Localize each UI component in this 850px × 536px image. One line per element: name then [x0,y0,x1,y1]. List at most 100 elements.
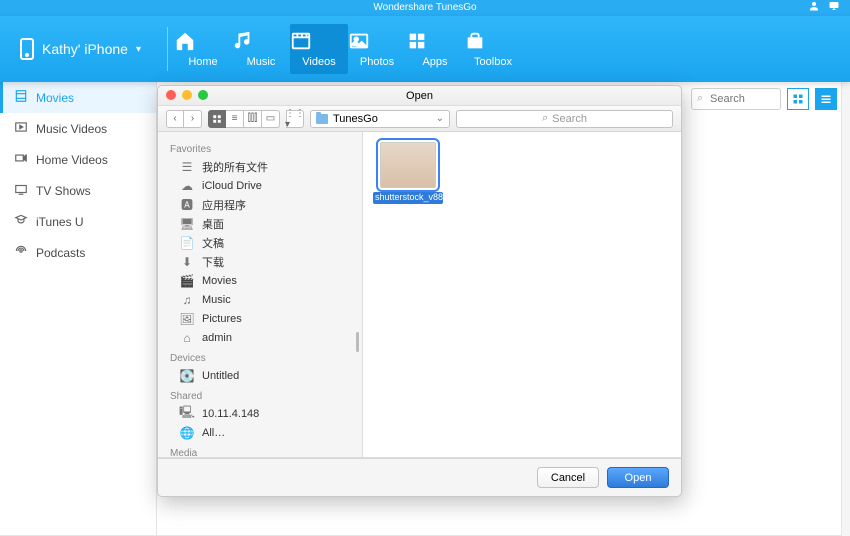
fav-icloud[interactable]: ☁iCloud Drive [158,176,362,195]
fav-all-files[interactable]: ☰我的所有文件 [158,157,362,176]
device-name: Kathy' iPhone [42,41,128,57]
nav-forward-button[interactable]: › [184,110,202,128]
movies2-icon: 🎬 [180,274,194,288]
view-list2-button[interactable]: ≡ [226,110,244,128]
disk-icon: 💽 [180,369,194,383]
nav-photos[interactable]: Photos [348,24,406,74]
separator [167,27,168,71]
view-columns-button[interactable]: ⫿⫿⫿ [244,110,262,128]
dialog-footer: Cancel Open [158,458,681,496]
sidebar-item-podcasts[interactable]: Podcasts [0,237,156,268]
nav-label: Apps [422,56,447,68]
homevideo-icon [14,151,28,168]
window-titlebar: Wondershare TunesGo [0,0,850,16]
search-input[interactable] [691,88,781,110]
sidebar-item-label: TV Shows [36,184,91,198]
fav-movies[interactable]: 🎬Movies [158,271,362,290]
dialog-file-pane[interactable]: shutterstock_v881749.mov [363,132,681,457]
chevron-down-icon: ▾ [136,44,141,55]
videos-icon [290,30,348,52]
dialog-title: Open [406,90,433,102]
shared-ip[interactable]: 🖳10.11.4.148 [158,404,362,423]
zoom-icon[interactable] [198,90,208,100]
navbar: Kathy' iPhone ▾ Home Music Videos Photos… [0,16,850,82]
section-shared: Shared [158,385,362,404]
sidebar: Movies Music Videos Home Videos TV Shows… [0,82,157,536]
fav-pictures[interactable]: 🖼Pictures [158,309,362,328]
itunesu-icon [14,213,28,230]
nav-back-button[interactable]: ‹ [166,110,184,128]
fav-admin[interactable]: ⌂admin [158,328,362,347]
sidebar-item-label: Movies [36,91,74,105]
close-icon[interactable] [166,90,176,100]
dialog-search-placeholder: Search [552,113,587,125]
section-media: Media [158,442,362,457]
allfiles-icon: ☰ [180,160,194,174]
nav-label: Music [247,56,276,68]
fav-apps[interactable]: 🅰应用程序 [158,195,362,214]
home2-icon: ⌂ [180,331,194,345]
sidebar-item-label: Home Videos [36,153,108,167]
pictures-icon: 🖼 [180,312,194,326]
tv-icon [14,182,28,199]
nav-toolbox[interactable]: Toolbox [464,24,522,74]
sidebar-item-label: Podcasts [36,246,85,260]
device-selector[interactable]: Kathy' iPhone ▾ [20,38,141,60]
nav-label: Home [188,56,217,68]
fav-desktop[interactable]: 🖥桌面 [158,214,362,233]
open-dialog: Open ‹ › ≡ ⫿⫿⫿ ▭ ⋮⋮ ▾ TunesGo ⌄ ⌕ Search… [157,85,682,497]
view-icons-button[interactable] [208,110,226,128]
music-icon [232,30,290,52]
server-icon: 🖳 [180,403,194,424]
scrollbar-thumb[interactable] [356,332,359,352]
dialog-toolbar: ‹ › ≡ ⫿⫿⫿ ▭ ⋮⋮ ▾ TunesGo ⌄ ⌕ Search [158,106,681,132]
sidebar-item-music-videos[interactable]: Music Videos [0,113,156,144]
sidebar-item-tv-shows[interactable]: TV Shows [0,175,156,206]
view-grid-button[interactable] [787,88,809,110]
shared-all[interactable]: 🌐All… [158,423,362,442]
photos-icon [348,30,406,52]
nav-music[interactable]: Music [232,24,290,74]
file-name: shutterstock_v881749.mov [373,192,443,204]
desktop-icon: 🖥 [180,217,194,231]
chevron-updown-icon: ⌄ [436,113,444,124]
device-untitled[interactable]: 💽Untitled [158,366,362,385]
doc-icon: 📄 [180,236,194,250]
file-item[interactable]: shutterstock_v881749.mov [373,142,443,204]
section-favorites: Favorites [158,138,362,157]
nav-videos[interactable]: Videos [290,24,348,74]
download-icon: ⬇ [180,255,194,269]
nav-apps[interactable]: Apps [406,24,464,74]
podcast-icon [14,244,28,261]
cloud-icon: ☁ [180,179,194,193]
dialog-titlebar[interactable]: Open [158,86,681,106]
file-thumbnail [380,142,436,188]
view-coverflow-button[interactable]: ▭ [262,110,280,128]
toolbox-icon [464,30,522,52]
folder-icon [316,114,328,124]
fav-documents[interactable]: 📄文稿 [158,233,362,252]
nav-home[interactable]: Home [174,24,232,74]
apps-icon [406,30,464,52]
apps2-icon: 🅰 [180,196,194,213]
fav-music[interactable]: ♫Music [158,290,362,309]
fav-downloads[interactable]: ⬇下载 [158,252,362,271]
search-icon: ⌕ [542,112,548,125]
nav-label: Photos [360,56,394,68]
path-text: TunesGo [333,113,431,125]
nav-label: Videos [302,56,335,68]
section-devices: Devices [158,347,362,366]
minimize-icon[interactable] [182,90,192,100]
dialog-search-input[interactable]: ⌕ Search [456,110,673,128]
cancel-button[interactable]: Cancel [537,467,599,488]
path-selector[interactable]: TunesGo ⌄ [310,110,450,128]
sidebar-item-itunes-u[interactable]: iTunes U [0,206,156,237]
open-button[interactable]: Open [607,467,669,488]
app-title: Wondershare TunesGo [373,2,476,13]
sidebar-item-label: iTunes U [36,215,84,229]
sidebar-item-movies[interactable]: Movies [0,82,156,113]
sidebar-item-home-videos[interactable]: Home Videos [0,144,156,175]
group-button[interactable]: ⋮⋮ ▾ [286,110,304,128]
phone-icon [20,38,34,60]
view-list-button[interactable] [815,88,837,110]
